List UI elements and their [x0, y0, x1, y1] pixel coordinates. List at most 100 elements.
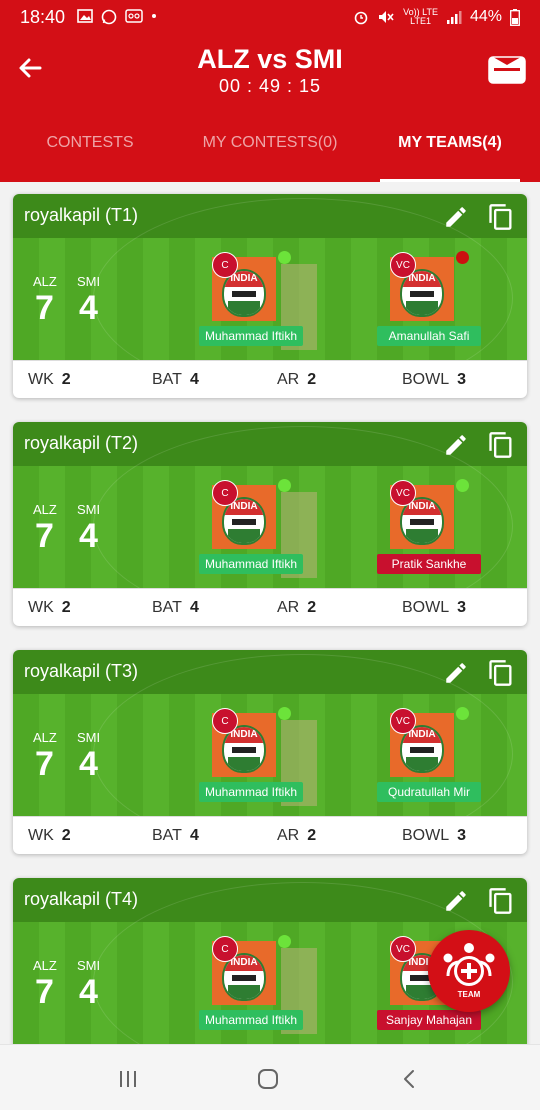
network-bottom: LTE1	[410, 16, 431, 26]
match-title: ALZ vs SMI	[197, 44, 343, 74]
tab-my-teams[interactable]: MY TEAMS(4)	[360, 104, 540, 182]
stat-label: WK	[28, 371, 54, 388]
stat-value: 4	[189, 371, 199, 388]
team-name: royalkapil (T1)	[24, 205, 139, 225]
network-indicator: Vo)) LTE LTE1	[403, 8, 438, 26]
team1-label: ALZ	[33, 502, 57, 517]
team1-count: 7	[35, 289, 54, 327]
stat-label: AR	[277, 827, 300, 844]
vice-captain-badge: VC	[390, 252, 416, 278]
create-team-button[interactable]: TEAM	[428, 930, 510, 1012]
stat-label: WK	[28, 827, 54, 844]
stat-label: BOWL	[402, 371, 450, 388]
captain-name: Muhammad Iftikh	[199, 782, 303, 802]
stat-bat: BAT 4	[152, 827, 199, 845]
stat-value: 2	[61, 371, 71, 388]
stat-value: 2	[307, 371, 317, 388]
back-icon[interactable]	[398, 1067, 422, 1091]
stat-value: 2	[307, 827, 317, 844]
team2-count: 4	[79, 289, 98, 327]
match-header: ALZ vs SMI 00 : 49 : 15	[0, 34, 540, 104]
vice-captain-badge: VC	[390, 480, 416, 506]
stat-bowl: BOWL 3	[402, 599, 466, 617]
team-name: royalkapil (T2)	[24, 433, 139, 453]
stat-value: 2	[61, 827, 71, 844]
status-dot	[456, 479, 469, 492]
team2-count: 4	[79, 745, 98, 783]
team-list[interactable]: royalkapil (T1) ALZ SMI 7 4 INDIA C Muha…	[0, 182, 540, 1044]
battery-icon	[510, 8, 520, 26]
captain-badge: C	[212, 708, 238, 734]
notification-icons	[77, 9, 157, 25]
team1-count: 7	[35, 517, 54, 555]
team2-label: SMI	[77, 502, 101, 517]
team2-count: 4	[79, 517, 98, 555]
team-pitch: ALZ SMI 7 4 INDIA C Muhammad Iftikh INDI…	[13, 654, 527, 854]
vice-captain-name: Pratik Sankhe	[377, 554, 481, 574]
stat-value: 2	[61, 599, 71, 616]
status-dot	[278, 479, 291, 492]
status-time: 18:40	[20, 6, 66, 27]
recent-apps-icon[interactable]	[116, 1067, 140, 1091]
vice-captain-name: Amanullah Safi	[377, 326, 481, 346]
team-composition: WK 2 BAT 4 AR 2 BOWL 3	[13, 360, 527, 398]
status-dot	[278, 707, 291, 720]
team-card[interactable]: royalkapil (T2) ALZ SMI 7 4 INDIA C Muha…	[13, 422, 527, 626]
system-nav-bar	[0, 1044, 540, 1110]
team-composition: WK 2 BAT 4 AR 2 BOWL 3	[13, 588, 527, 626]
vice-captain-badge: VC	[390, 936, 416, 962]
stat-label: BAT	[152, 827, 182, 844]
status-dot	[278, 251, 291, 264]
tab-bar: CONTESTS MY CONTESTS(0) MY TEAMS(4)	[0, 104, 540, 182]
stat-label: BOWL	[402, 599, 450, 616]
battery-percent: 44%	[469, 8, 502, 25]
captain-name: Muhammad Iftikh	[199, 554, 303, 574]
add-team-icon	[443, 943, 495, 986]
stat-wk: WK 2	[28, 827, 71, 845]
stat-value: 3	[457, 599, 467, 616]
team-pitch: ALZ SMI 7 4 INDIA C Muhammad Iftikh INDI…	[13, 198, 527, 398]
team2-label: SMI	[77, 274, 101, 289]
tab-contests[interactable]: CONTESTS	[0, 104, 180, 182]
stat-value: 3	[457, 371, 467, 388]
stat-ar: AR 2	[277, 827, 316, 845]
tab-my-contests[interactable]: MY CONTESTS(0)	[180, 104, 360, 182]
stat-label: BAT	[152, 371, 182, 388]
mute-icon	[379, 11, 394, 23]
stat-value: 4	[189, 827, 199, 844]
home-icon[interactable]	[256, 1067, 280, 1091]
stat-label: AR	[277, 371, 300, 388]
copy-icon[interactable]	[487, 431, 515, 459]
stat-label: AR	[277, 599, 300, 616]
copy-icon[interactable]	[487, 659, 515, 687]
fab-label: TEAM	[457, 990, 481, 999]
stat-value: 3	[457, 827, 467, 844]
team-composition: WK 2 BAT 4 AR 2 BOWL 3	[13, 816, 527, 854]
stat-label: BOWL	[402, 827, 450, 844]
team-name: royalkapil (T4)	[24, 889, 139, 909]
captain-name: Muhammad Iftikh	[199, 326, 303, 346]
stat-label: BAT	[152, 599, 182, 616]
status-bar: 18:40 Vo)) LTE LTE1 44%	[0, 0, 540, 34]
vice-captain-badge: VC	[390, 708, 416, 734]
stat-ar: AR 2	[277, 371, 316, 389]
copy-icon[interactable]	[487, 887, 515, 915]
stat-label: WK	[28, 599, 54, 616]
team1-label: ALZ	[33, 730, 57, 745]
alarm-icon	[354, 11, 368, 25]
vice-captain-name: Qudratullah Mir	[377, 782, 481, 802]
stat-bat: BAT 4	[152, 371, 199, 389]
status-dot	[456, 707, 469, 720]
stat-value: 4	[189, 599, 199, 616]
team2-count: 4	[79, 973, 98, 1011]
stat-value: 2	[307, 599, 317, 616]
captain-badge: C	[212, 480, 238, 506]
team1-label: ALZ	[33, 958, 57, 973]
wallet-icon[interactable]	[488, 54, 526, 84]
voicemail-icon	[125, 9, 143, 23]
team-card[interactable]: royalkapil (T3) ALZ SMI 7 4 INDIA C Muha…	[13, 650, 527, 854]
vice-captain-name: Sanjay Mahajan	[377, 1010, 481, 1030]
team-card[interactable]: royalkapil (T1) ALZ SMI 7 4 INDIA C Muha…	[13, 194, 527, 398]
whatsapp-icon	[101, 9, 117, 25]
copy-icon[interactable]	[487, 203, 515, 231]
